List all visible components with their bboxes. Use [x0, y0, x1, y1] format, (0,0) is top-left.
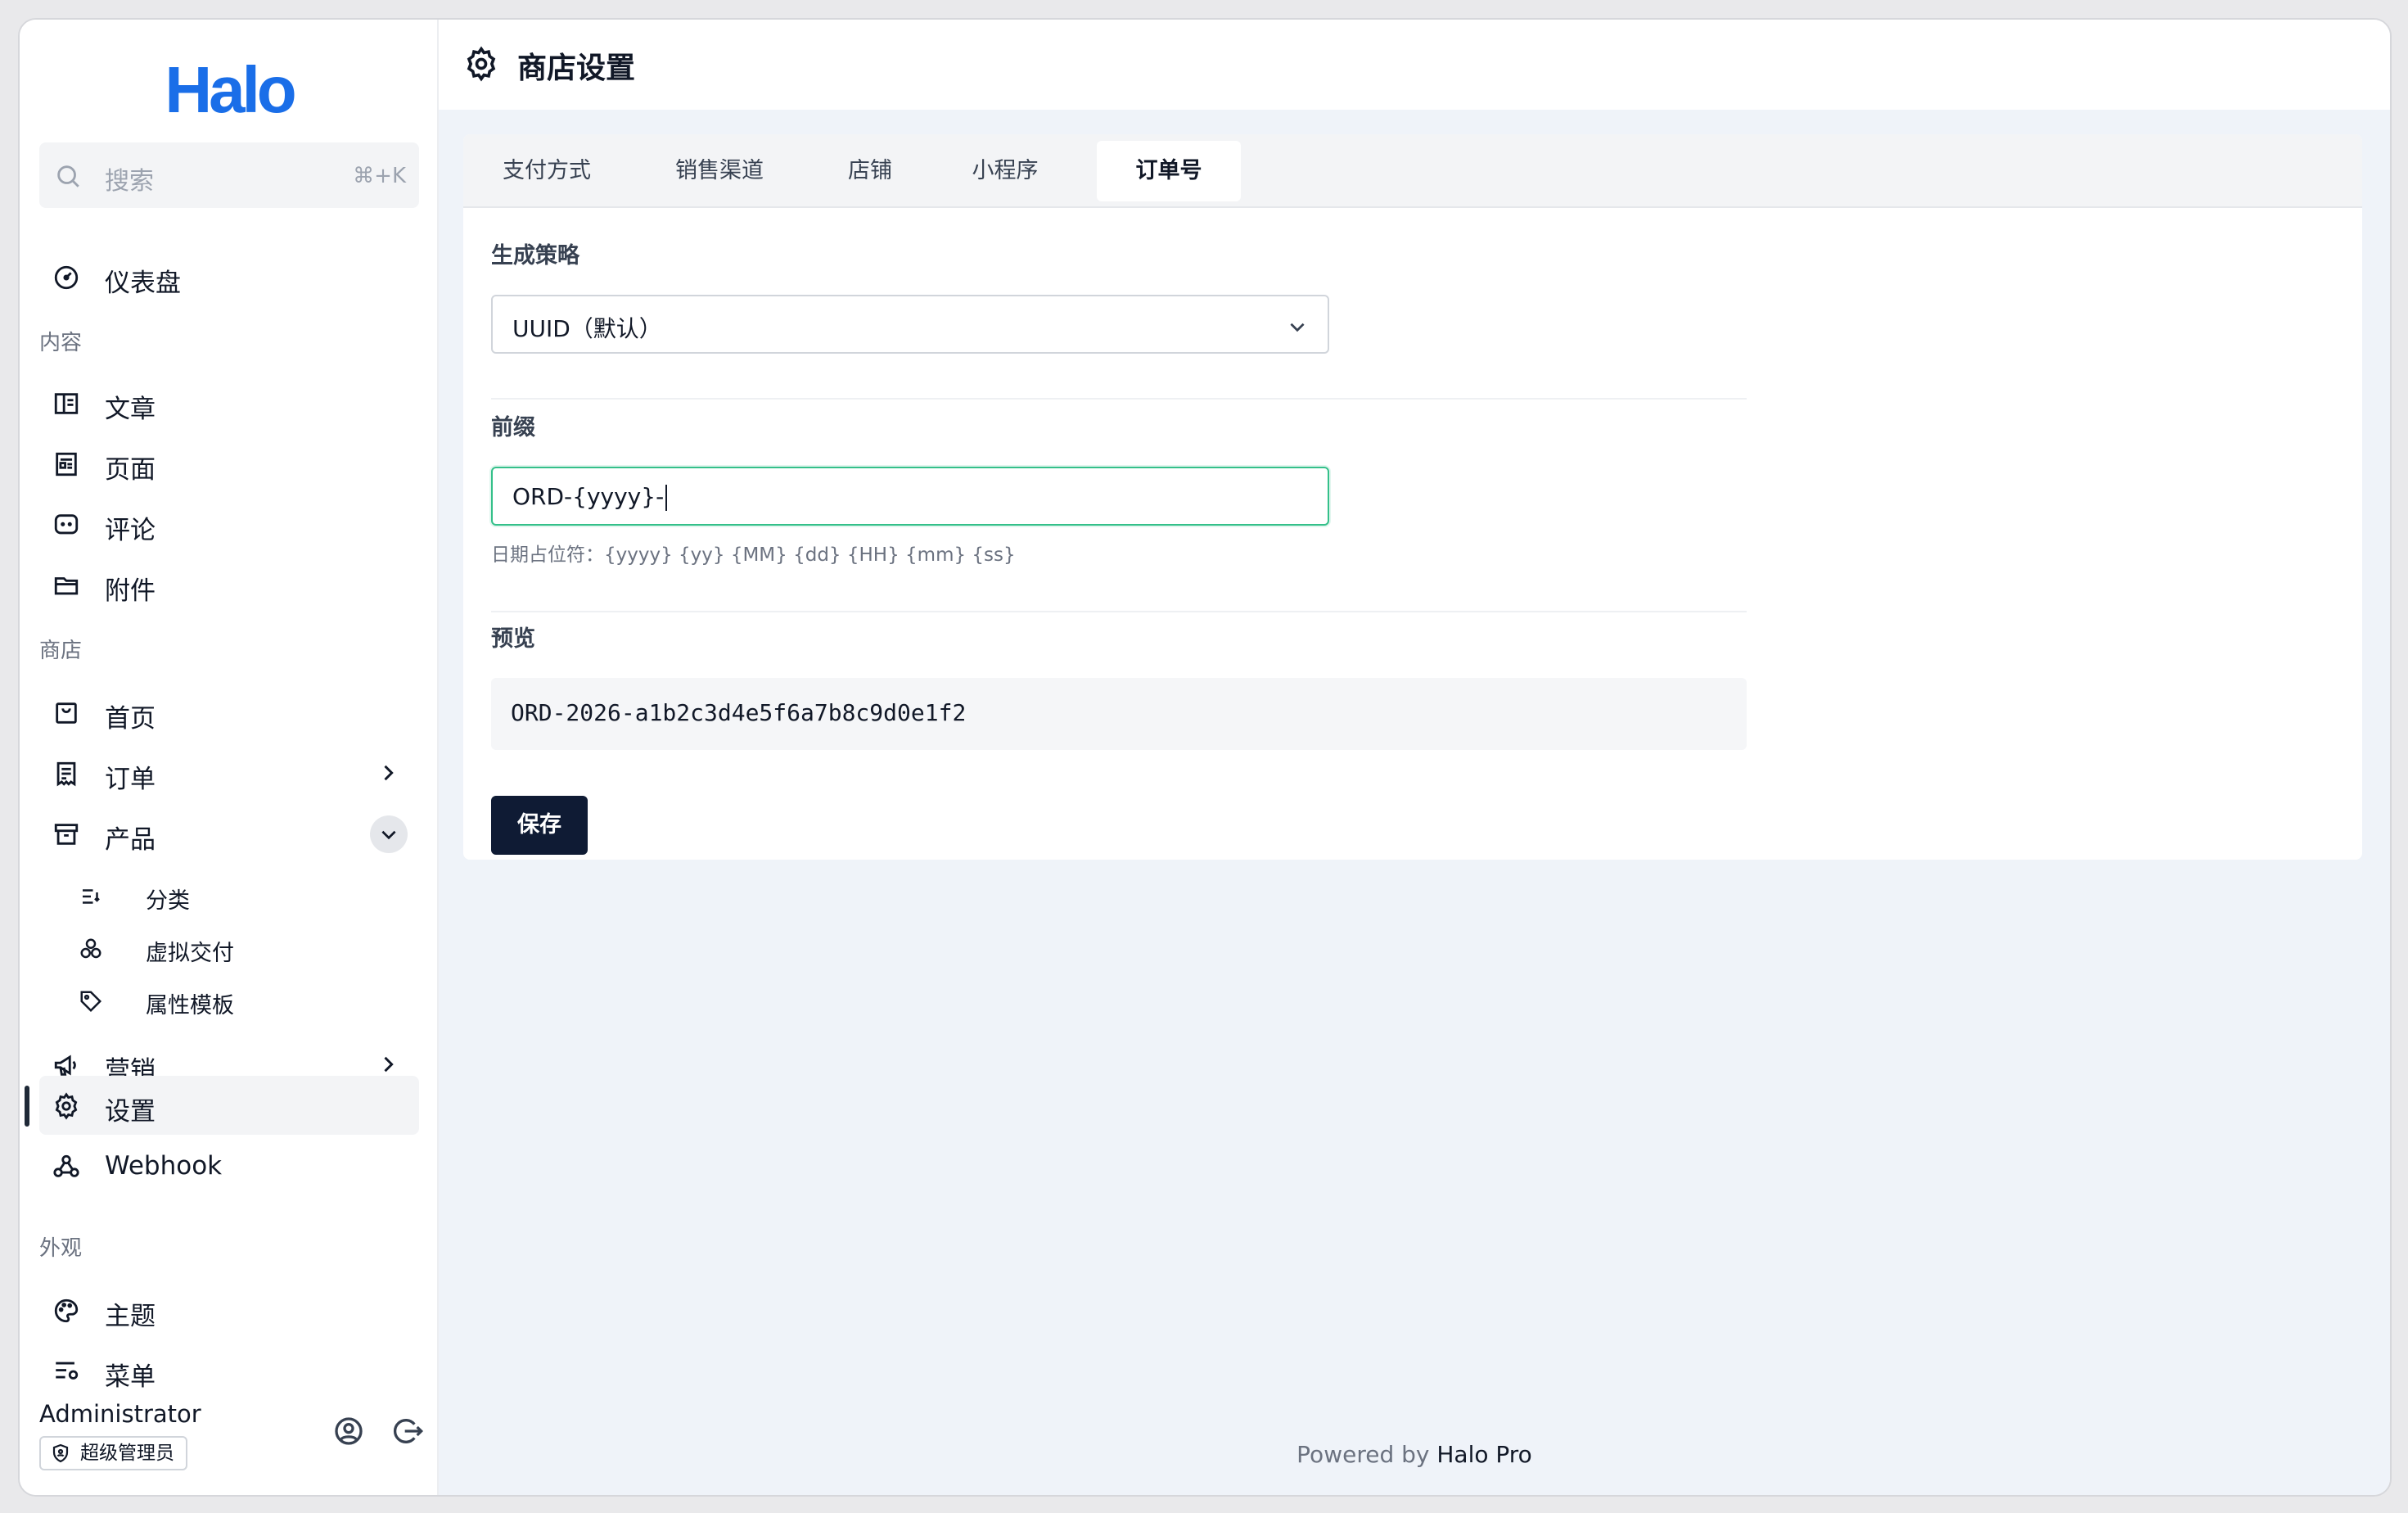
group-label-content: 内容	[39, 331, 83, 355]
sidebar-subitem-virtual-delivery[interactable]: 虚拟交付	[39, 924, 419, 973]
sidebar-item-label: 订单	[105, 765, 156, 794]
sidebar-subitem-label: 属性模板	[146, 993, 234, 1018]
sidebar-item-label: 仪表盘	[105, 269, 181, 298]
prefix-value: ORD-{yyyy}-	[512, 483, 668, 511]
tab-bar: 支付方式 销售渠道 店铺 小程序 订单号	[463, 134, 2362, 208]
sidebar-subitem-label: 分类	[146, 888, 190, 914]
sidebar-subitem-attribute-templates[interactable]: 属性模板	[39, 976, 419, 1025]
preview-label: 预览	[491, 626, 535, 652]
role-label: 超级管理员	[80, 1443, 174, 1464]
menu-settings-icon	[56, 1362, 79, 1380]
list-icon	[83, 889, 100, 904]
preview-value: ORD-2026-a1b2c3d4e5f6a7b8c9d0e1f2	[511, 699, 967, 726]
sidebar-item-label: 首页	[105, 704, 156, 734]
page-icon	[56, 452, 77, 476]
prefix-input[interactable]: ORD-{yyyy}-	[491, 467, 1329, 526]
sidebar-item-label: 文章	[105, 395, 156, 424]
sidebar-item-label: 附件	[105, 576, 156, 606]
role-badge: 超级管理员	[39, 1436, 187, 1470]
chevron-down-icon	[381, 830, 396, 840]
footer-brand-link[interactable]: Halo Pro	[1436, 1441, 1531, 1468]
prefix-help-text: 日期占位符：{yyyy} {yy} {MM} {dd} {HH} {mm} {s…	[491, 544, 1016, 566]
comment-icon	[54, 514, 79, 535]
user-profile-icon[interactable]	[332, 1415, 365, 1448]
sidebar-item-webhook[interactable]: Webhook	[39, 1136, 419, 1195]
group-label-appearance: 外观	[39, 1236, 83, 1261]
sidebar-item-shop-home[interactable]: 首页	[39, 683, 419, 742]
sidebar-subitem-label: 虚拟交付	[146, 941, 234, 966]
dashboard-icon	[54, 265, 79, 290]
chevron-right-icon[interactable]	[377, 761, 399, 784]
group-label-shop: 商店	[39, 639, 83, 663]
tab-sales-channels[interactable]: 销售渠道	[650, 141, 789, 201]
tab-payment-methods[interactable]: 支付方式	[481, 141, 612, 201]
sidebar-item-themes[interactable]: 主题	[39, 1280, 419, 1339]
divider	[491, 398, 1747, 400]
chevron-right-icon[interactable]	[377, 1053, 399, 1076]
archive-icon	[54, 824, 79, 845]
tag-icon	[80, 991, 102, 1013]
divider	[491, 611, 1747, 612]
sidebar-item-label: 设置	[105, 1097, 156, 1127]
sidebar-item-label: 菜单	[105, 1362, 156, 1392]
sidebar-item-comments[interactable]: 评论	[39, 495, 419, 553]
receipt-icon	[56, 761, 76, 787]
search-icon	[57, 165, 79, 187]
boxes-icon	[80, 938, 101, 959]
active-indicator	[25, 1086, 29, 1127]
tab-store[interactable]: 店铺	[825, 141, 915, 201]
sidebar-item-settings[interactable]: 设置	[39, 1076, 419, 1135]
folder-icon	[54, 577, 79, 595]
logout-icon[interactable]	[391, 1415, 424, 1448]
search-placeholder: 搜索	[105, 167, 154, 196]
strategy-value: UUID（默认）	[512, 315, 662, 342]
book-icon	[54, 393, 79, 414]
sidebar-subitem-categories[interactable]: 分类	[39, 871, 419, 920]
save-button[interactable]: 保存	[491, 796, 588, 855]
sidebar-item-attachments[interactable]: 附件	[39, 555, 419, 614]
page-header: 商店设置	[439, 20, 2390, 110]
sidebar-item-label: Webhook	[105, 1151, 223, 1181]
prefix-label: 前缀	[491, 415, 535, 440]
gear-icon	[467, 46, 496, 82]
footer-prefix: Powered by	[1296, 1441, 1437, 1468]
sidebar-item-menus[interactable]: 菜单	[39, 1341, 419, 1400]
sidebar-item-products[interactable]: 产品	[39, 804, 419, 863]
sidebar-item-label: 页面	[105, 455, 156, 485]
chevron-down-icon	[1290, 323, 1305, 332]
main-area: 商店设置 支付方式 销售渠道 店铺 小程序 订单号 生成策略 UUID（默认） …	[439, 20, 2390, 1495]
sidebar-item-orders[interactable]: 订单	[39, 743, 419, 802]
halo-logo[interactable]: Halo	[20, 52, 439, 128]
palette-icon	[54, 1298, 79, 1323]
webhook-icon	[53, 1154, 79, 1177]
sidebar-item-pages[interactable]: 页面	[39, 434, 419, 493]
shield-icon	[52, 1443, 69, 1463]
gear-icon	[55, 1092, 78, 1120]
preview-box: ORD-2026-a1b2c3d4e5f6a7b8c9d0e1f2	[491, 678, 1747, 750]
strategy-label: 生成策略	[491, 243, 579, 269]
search-input[interactable]: 搜索 ⌘+K	[39, 142, 419, 208]
sidebar-item-label: 评论	[105, 516, 156, 545]
sidebar-item-dashboard[interactable]: 仪表盘	[39, 247, 419, 306]
store-icon	[56, 702, 77, 724]
collapse-toggle[interactable]	[370, 815, 408, 853]
megaphone-icon	[54, 1055, 76, 1076]
settings-card: 支付方式 销售渠道 店铺 小程序 订单号 生成策略 UUID（默认） 前缀 OR…	[463, 134, 2362, 860]
strategy-select[interactable]: UUID（默认）	[491, 295, 1329, 354]
sidebar-item-posts[interactable]: 文章	[39, 373, 419, 432]
tab-mini-program[interactable]: 小程序	[948, 141, 1062, 201]
sidebar: Halo 搜索 ⌘+K 仪表盘 内容 文章 页面 评论 附件 商店 首页 订单 …	[20, 20, 439, 1495]
user-name: Administrator	[39, 1400, 201, 1428]
page-title: 商店设置	[517, 52, 636, 85]
sidebar-item-label: 产品	[105, 825, 156, 855]
search-shortcut: ⌘+K	[353, 164, 406, 188]
footer: Powered by Halo Pro	[439, 1441, 2390, 1468]
tab-order-number[interactable]: 订单号	[1097, 141, 1241, 201]
sidebar-item-label: 主题	[105, 1302, 156, 1331]
app-window: Halo 搜索 ⌘+K 仪表盘 内容 文章 页面 评论 附件 商店 首页 订单 …	[18, 18, 2392, 1497]
